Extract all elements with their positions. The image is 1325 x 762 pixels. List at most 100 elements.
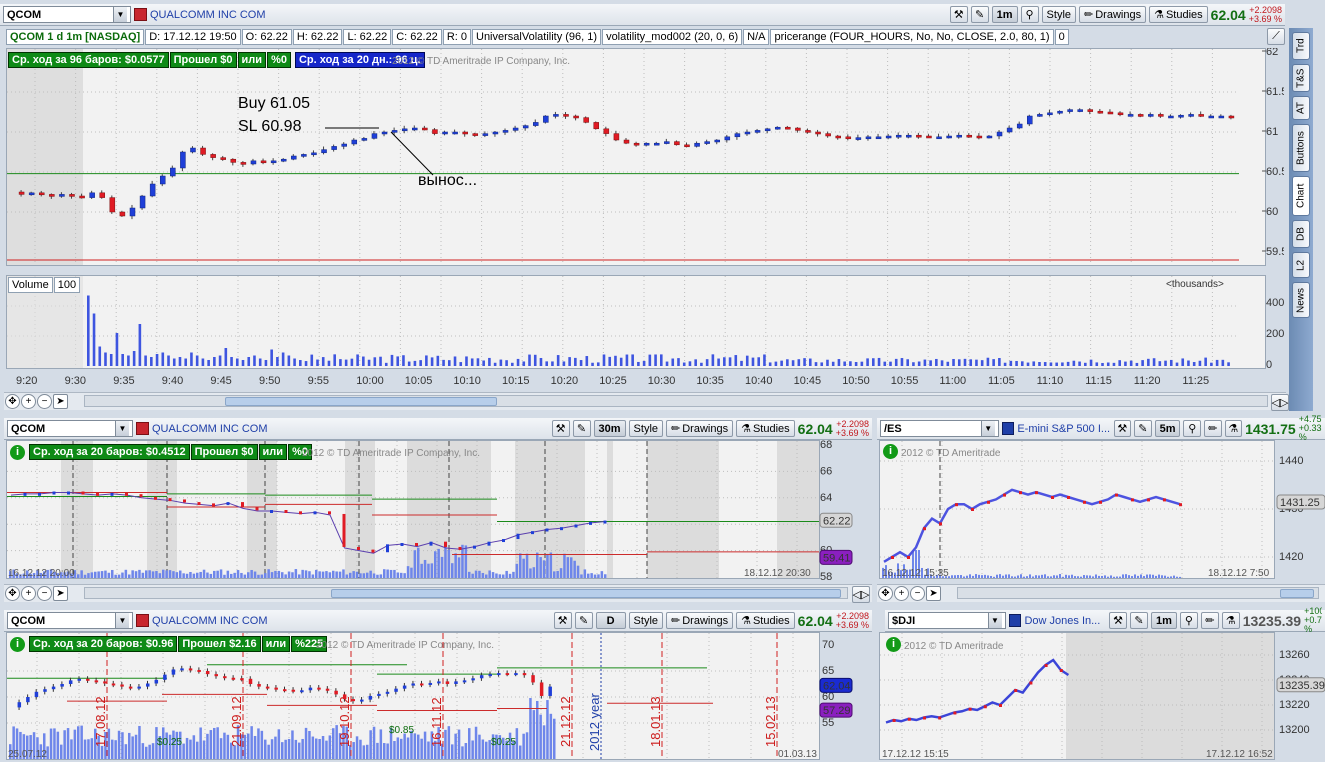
symbol-selector[interactable]: $DJI ▼ xyxy=(888,612,1006,629)
mid-left-canvas[interactable] xyxy=(7,441,819,578)
wrench-icon[interactable]: ⚒ xyxy=(1113,420,1132,437)
top-scrollbar[interactable] xyxy=(84,395,1268,407)
side-tab[interactable]: DB xyxy=(1292,220,1310,248)
side-tab[interactable]: L2 xyxy=(1292,252,1310,278)
mid-right-chart[interactable] xyxy=(879,440,1275,579)
zoom-in-icon[interactable]: + xyxy=(21,586,36,601)
style-button[interactable]: Style xyxy=(628,420,664,437)
settings-icon[interactable]: ✎ xyxy=(1134,420,1152,437)
info-icon[interactable]: i xyxy=(10,444,25,460)
settings-icon[interactable]: ✎ xyxy=(574,612,593,629)
volume-bar xyxy=(642,360,646,366)
symbol-selector[interactable]: QCOM ▼ xyxy=(3,6,131,23)
wrench-icon[interactable]: ⚒ xyxy=(553,612,572,629)
price-chart[interactable] xyxy=(6,48,1266,266)
drawings-button[interactable]: ✏ Drawings xyxy=(666,420,734,437)
volume-bar xyxy=(114,740,117,759)
price-axis[interactable]: 68666462605862.2259.41 xyxy=(818,436,870,580)
studies-button[interactable]: ⚗ Studies xyxy=(1149,6,1208,23)
wrench-icon[interactable]: ⚒ xyxy=(1109,612,1128,629)
scroll-thumb[interactable] xyxy=(225,397,497,406)
mid-right-canvas[interactable] xyxy=(880,441,1274,578)
pan-icon[interactable]: ✥ xyxy=(5,586,20,601)
study-chip: Ср. ход за 20 баров: $0.96 xyxy=(29,636,178,652)
studies-icon[interactable]: ⚗ xyxy=(1224,420,1243,437)
style-button[interactable]: Style xyxy=(1041,6,1077,23)
info-icon[interactable]: i xyxy=(10,636,25,652)
studies-icon[interactable]: ⚗ xyxy=(1221,612,1240,629)
price-axis[interactable]: 1440143014201431.25 xyxy=(1275,436,1325,580)
zoom-icon[interactable]: ⚲ xyxy=(1020,6,1039,23)
time-axis[interactable]: 9:20 9:30 9:35 9:40 9:45 9:50 9:55 10:00 10:05 10… xyxy=(6,371,1266,391)
chevron-down-icon[interactable]: ▼ xyxy=(115,613,129,628)
pencil-icon[interactable]: ✏ xyxy=(1204,420,1222,437)
zoom-out-icon[interactable]: − xyxy=(37,586,52,601)
link-color-icon[interactable] xyxy=(136,422,149,435)
volume-bar xyxy=(671,358,675,366)
studies-button[interactable]: ⚗ Studies xyxy=(736,612,795,629)
expand-icon[interactable]: ◁▷ xyxy=(1271,394,1289,411)
mid-left-scrollbar[interactable] xyxy=(84,587,848,599)
cursor-icon[interactable]: ➤ xyxy=(53,394,68,409)
price-axis[interactable]: 62 61.5 61 60.5 60 59.5 xyxy=(1238,48,1284,266)
side-tab[interactable]: Trd xyxy=(1292,32,1310,60)
settings-icon[interactable]: ✎ xyxy=(572,420,591,437)
pencil-icon[interactable]: ✏ xyxy=(1200,612,1219,629)
pan-icon[interactable]: ✥ xyxy=(5,394,20,409)
side-tab[interactable]: News xyxy=(1292,282,1310,318)
chevron-down-icon[interactable]: ▼ xyxy=(115,421,129,436)
chart-settings-icon[interactable]: ⟋ xyxy=(1267,28,1285,45)
side-tab[interactable]: AT xyxy=(1292,96,1310,120)
info-icon[interactable]: i xyxy=(883,444,898,459)
link-color-icon[interactable] xyxy=(1008,614,1022,627)
side-tab[interactable]: Chart xyxy=(1292,176,1310,216)
link-color-icon[interactable] xyxy=(136,614,149,627)
chevron-down-icon[interactable]: ▼ xyxy=(113,7,127,22)
price-axis[interactable]: 1326013240132201320013235.39 xyxy=(1275,630,1325,762)
wrench-icon[interactable]: ⚒ xyxy=(551,420,570,437)
symbol-selector[interactable]: QCOM ▼ xyxy=(7,612,133,629)
chevron-down-icon[interactable]: ▼ xyxy=(980,421,995,436)
mid-right-scrollbar[interactable] xyxy=(957,587,1319,599)
drawings-button[interactable]: ✏ Drawings xyxy=(1079,6,1147,23)
symbol-selector[interactable]: /ES ▼ xyxy=(880,420,999,437)
price-chart-canvas[interactable] xyxy=(7,49,1265,265)
info-icon[interactable]: i xyxy=(886,637,901,652)
style-icon[interactable]: ⚲ xyxy=(1183,420,1202,437)
zoom-out-icon[interactable]: − xyxy=(37,394,52,409)
zoom-in-icon[interactable]: + xyxy=(21,394,36,409)
candle xyxy=(317,687,321,690)
cursor-icon[interactable]: ➤ xyxy=(53,586,68,601)
cursor-icon[interactable]: ➤ xyxy=(926,586,941,601)
volume-bar xyxy=(1152,574,1154,578)
zoom-out-icon[interactable]: − xyxy=(910,586,925,601)
mid-left-chart[interactable] xyxy=(6,440,820,579)
drawings-button[interactable]: ✏ Drawings xyxy=(666,612,734,629)
chevron-down-icon[interactable]: ▼ xyxy=(987,613,1002,628)
settings-icon[interactable]: ✎ xyxy=(970,6,989,23)
link-color-icon[interactable] xyxy=(1001,422,1015,435)
side-tab[interactable]: T&S xyxy=(1292,64,1310,92)
volume-bar xyxy=(539,714,542,759)
link-color-icon[interactable] xyxy=(134,8,147,21)
scroll-thumb[interactable] xyxy=(1280,589,1314,598)
aggregation-button[interactable]: 5m xyxy=(1154,420,1181,437)
expand-icon[interactable]: ◁▷ xyxy=(852,586,870,603)
symbol-selector[interactable]: QCOM ▼ xyxy=(7,420,133,437)
scroll-thumb[interactable] xyxy=(331,589,841,598)
aggregation-button[interactable]: 30m xyxy=(593,420,626,437)
style-icon[interactable]: ⚲ xyxy=(1179,612,1198,629)
wrench-icon[interactable]: ⚒ xyxy=(949,6,968,23)
aggregation-button[interactable]: D xyxy=(595,612,626,629)
style-button[interactable]: Style xyxy=(628,612,664,629)
aggregation-button[interactable]: 1m xyxy=(991,6,1018,23)
studies-button[interactable]: ⚗ Studies xyxy=(736,420,795,437)
price-axis[interactable]: 7065605562.0457.29 xyxy=(818,630,870,762)
aggregation-button[interactable]: 1m xyxy=(1150,612,1177,629)
zoom-in-icon[interactable]: + xyxy=(894,586,909,601)
volume-chart[interactable] xyxy=(6,275,1266,369)
pan-icon[interactable]: ✥ xyxy=(878,586,893,601)
side-tab[interactable]: Buttons xyxy=(1292,124,1310,172)
settings-icon[interactable]: ✎ xyxy=(1130,612,1148,629)
volume-bar xyxy=(1118,360,1121,366)
